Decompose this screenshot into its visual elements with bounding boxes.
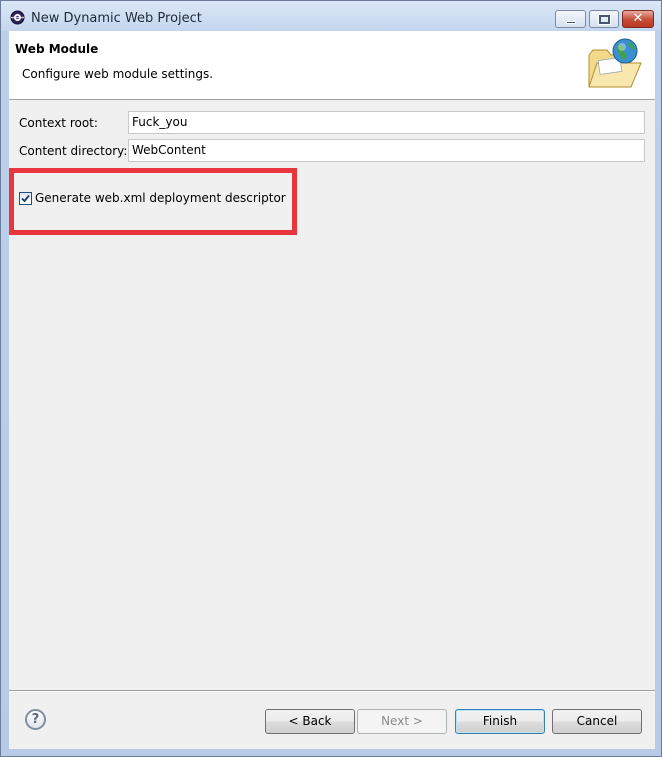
generate-descriptor-checkbox[interactable]	[19, 192, 32, 205]
web-folder-globe-icon	[583, 37, 645, 93]
generate-descriptor-label[interactable]: Generate web.xml deployment descriptor	[35, 191, 286, 205]
footer-separator	[9, 690, 655, 692]
cancel-button[interactable]: Cancel	[552, 709, 642, 734]
content-directory-input[interactable]: WebContent	[128, 139, 645, 162]
close-button[interactable]: ✕	[622, 10, 654, 28]
close-icon: ✕	[632, 11, 644, 26]
next-button[interactable]: Next >	[357, 709, 447, 734]
minimize-icon	[566, 21, 576, 24]
maximize-button[interactable]	[589, 10, 619, 28]
window-title: New Dynamic Web Project	[31, 11, 202, 26]
back-button[interactable]: < Back	[265, 709, 355, 734]
title-bar[interactable]: New Dynamic Web Project ✕	[1, 1, 661, 31]
content-directory-label: Content directory:	[19, 144, 128, 158]
context-root-input[interactable]: Fuck_you	[128, 111, 645, 134]
help-icon[interactable]: ?	[25, 709, 46, 730]
checkmark-icon	[21, 194, 30, 203]
minimize-button[interactable]	[555, 10, 586, 28]
page-description: Configure web module settings.	[22, 67, 214, 81]
dialog-client-area: Web Module Configure web module settings…	[9, 31, 655, 749]
finish-button[interactable]: Finish	[455, 709, 545, 734]
eclipse-icon	[10, 10, 25, 25]
context-root-label: Context root:	[19, 116, 98, 130]
wizard-window: New Dynamic Web Project ✕ Web Module Con…	[0, 0, 662, 757]
page-title: Web Module	[15, 42, 99, 56]
maximize-icon	[598, 14, 611, 25]
wizard-header: Web Module Configure web module settings…	[9, 31, 655, 100]
